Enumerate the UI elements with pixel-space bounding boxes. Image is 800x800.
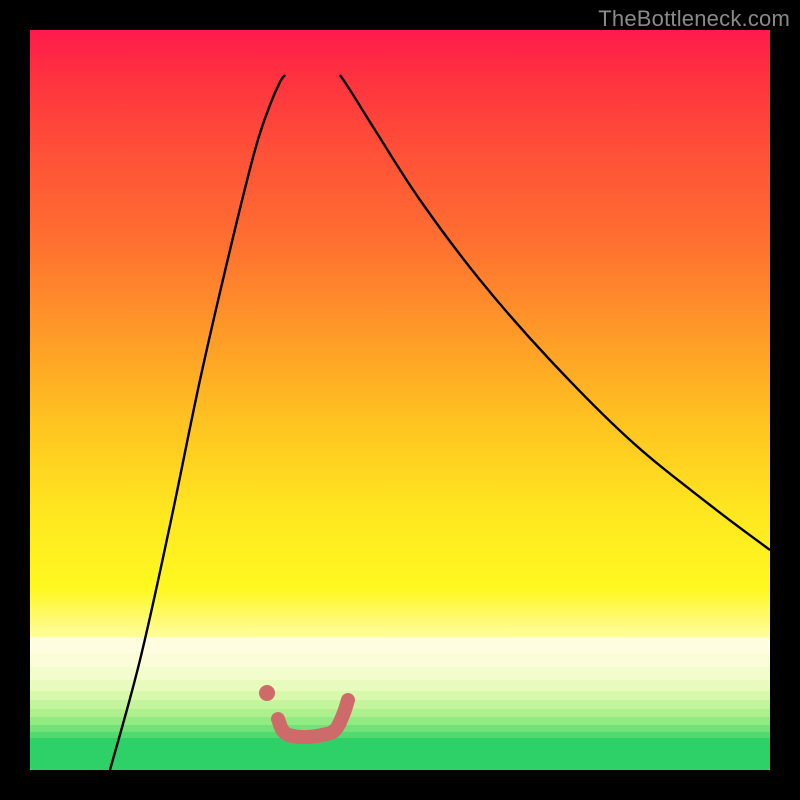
watermark-text: TheBottleneck.com	[598, 6, 790, 32]
chart-svg	[30, 30, 770, 770]
left-curve	[110, 75, 285, 770]
chart-plot-area	[30, 30, 770, 770]
highlight-marker-path	[278, 700, 348, 737]
right-curve	[340, 75, 770, 550]
highlight-marker-dot	[259, 685, 275, 701]
